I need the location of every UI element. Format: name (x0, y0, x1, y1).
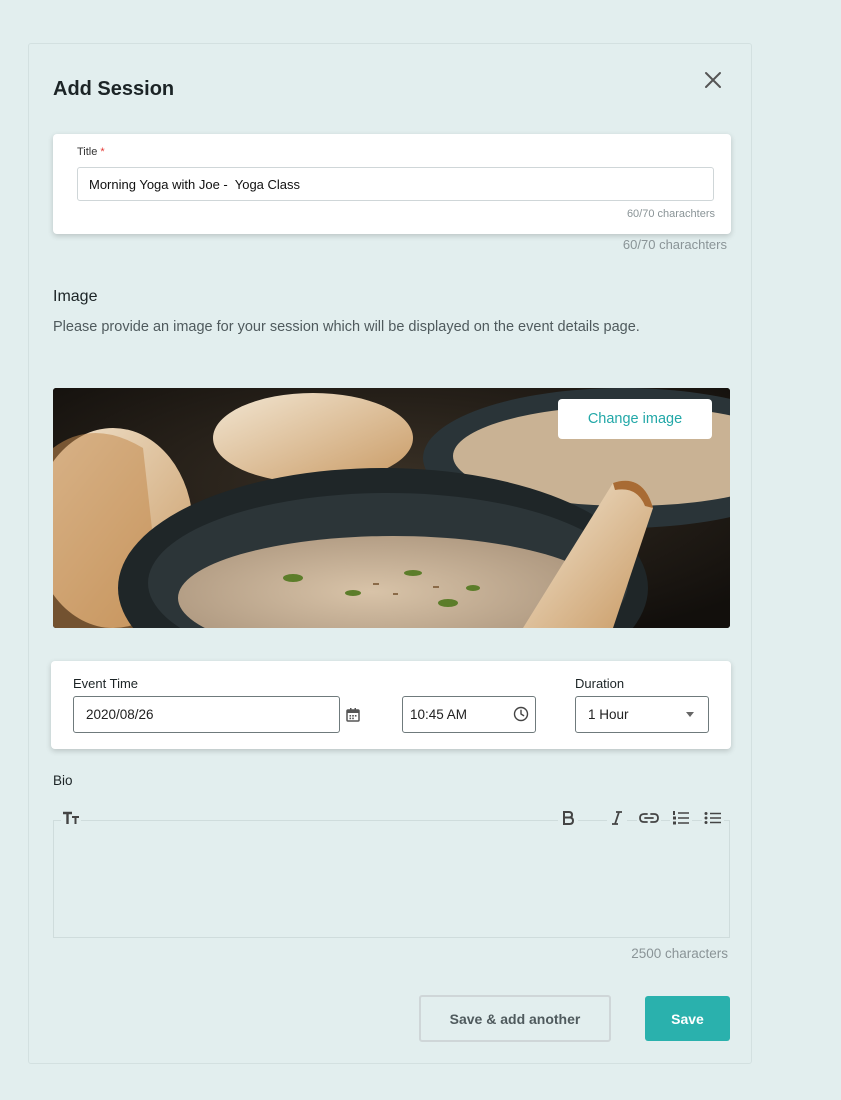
title-label-text: Title (77, 146, 98, 158)
change-image-button[interactable]: Change image (558, 399, 712, 439)
title-char-count-outer: 60/70 charachters (622, 237, 727, 252)
required-asterisk: * (100, 146, 105, 158)
date-value: 2020/08/26 (86, 707, 154, 722)
time-value: 10:45 AM (410, 707, 468, 722)
calendar-icon[interactable] (345, 707, 361, 723)
bullet-list-icon[interactable] (702, 808, 724, 828)
title-input[interactable] (77, 167, 714, 201)
add-session-modal: Add Session Title* 60/70 charachters 60/… (28, 43, 752, 1064)
chevron-down-icon (686, 712, 694, 717)
event-time-label: Event Time (73, 676, 139, 691)
bio-char-count: 2500 characters (631, 946, 728, 961)
close-icon[interactable] (701, 68, 725, 92)
text-size-icon[interactable] (61, 808, 81, 828)
duration-value: 1 Hour (588, 707, 629, 722)
link-icon[interactable] (637, 808, 661, 828)
date-field[interactable]: 2020/08/26 (73, 696, 340, 733)
save-and-add-another-button[interactable]: Save & add another (419, 995, 611, 1042)
duration-label: Duration (575, 676, 625, 691)
italic-icon[interactable] (607, 808, 627, 828)
save-button[interactable]: Save (645, 996, 730, 1041)
image-heading: Image (53, 288, 98, 305)
duration-select[interactable]: 1 Hour (575, 696, 709, 733)
title-card: Title* 60/70 charachters (53, 134, 731, 234)
title-char-count: 60/70 charachters (626, 208, 715, 220)
bio-toolbar (53, 806, 730, 830)
bio-label: Bio (53, 773, 73, 788)
session-image: Change image (53, 388, 730, 628)
bio-editor[interactable] (53, 820, 730, 938)
image-description: Please provide an image for your session… (53, 319, 640, 335)
time-field[interactable]: 10:45 AM (402, 696, 536, 733)
modal-title: Add Session (53, 78, 175, 100)
bold-icon[interactable] (558, 808, 578, 828)
clock-icon (513, 706, 529, 722)
title-label: Title * (77, 146, 105, 158)
event-time-card: Event Time 2020/08/26 10:45 AM Duration (51, 661, 731, 749)
numbered-list-icon[interactable] (670, 808, 692, 828)
